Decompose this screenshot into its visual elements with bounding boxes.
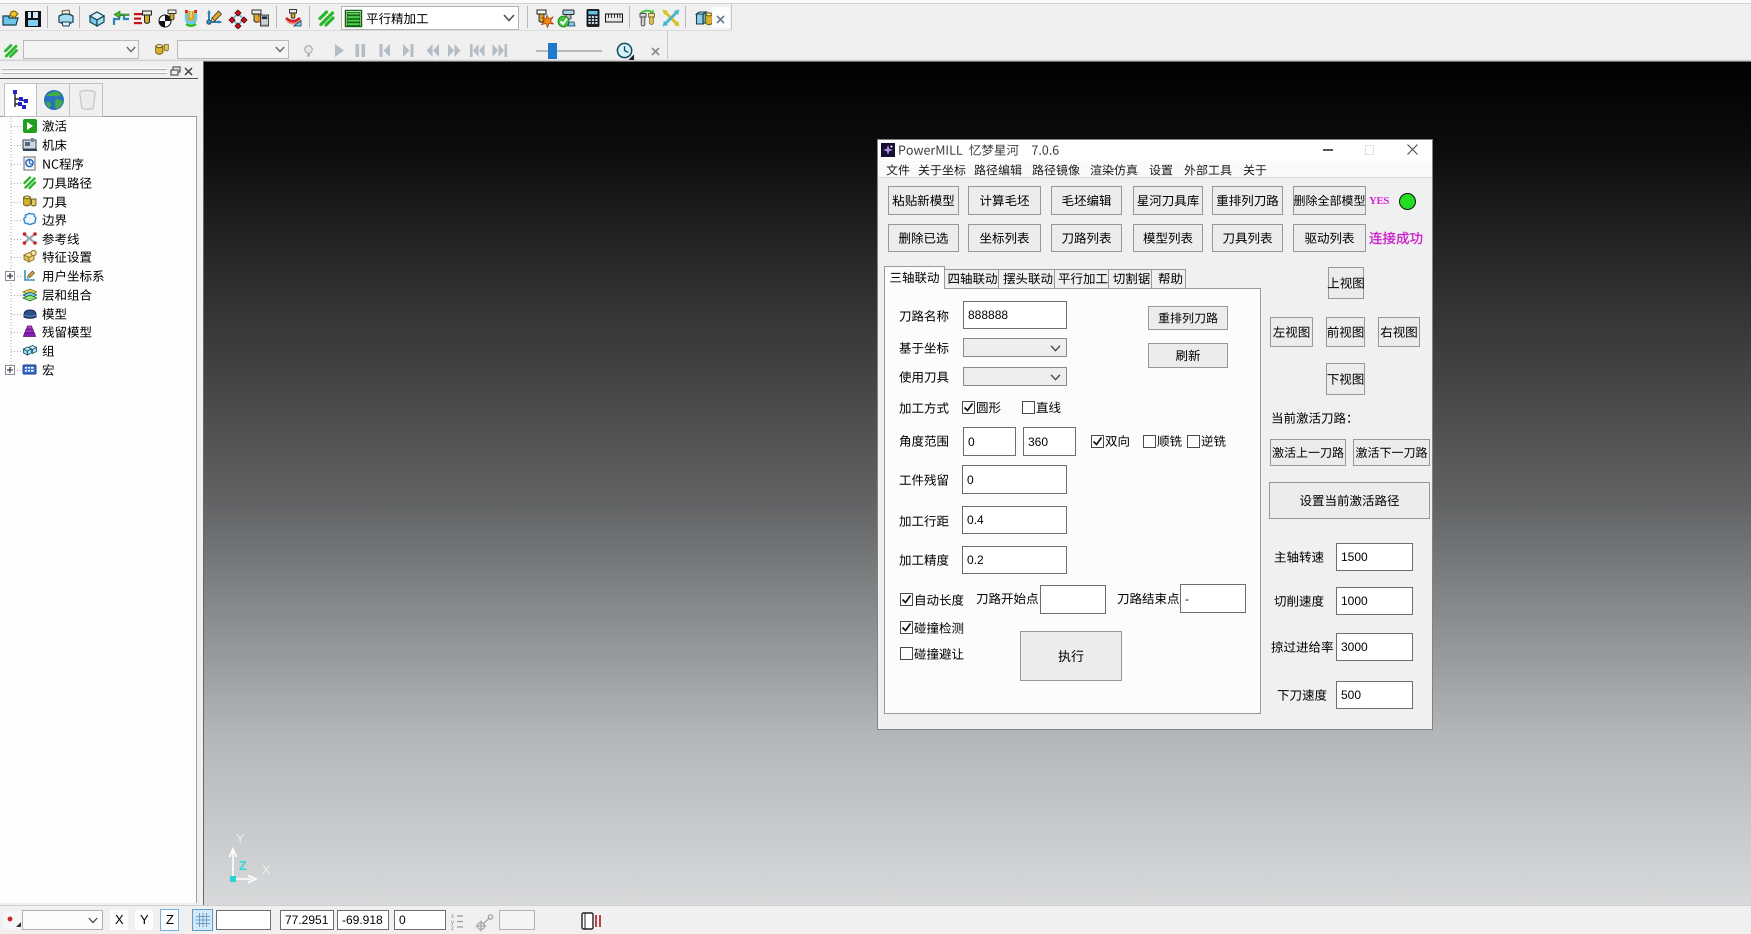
svg-text:z: z <box>451 926 454 930</box>
svg-text:Z: Z <box>239 859 247 873</box>
svg-text:X: X <box>262 863 271 877</box>
svg-text:Y: Y <box>236 832 245 846</box>
